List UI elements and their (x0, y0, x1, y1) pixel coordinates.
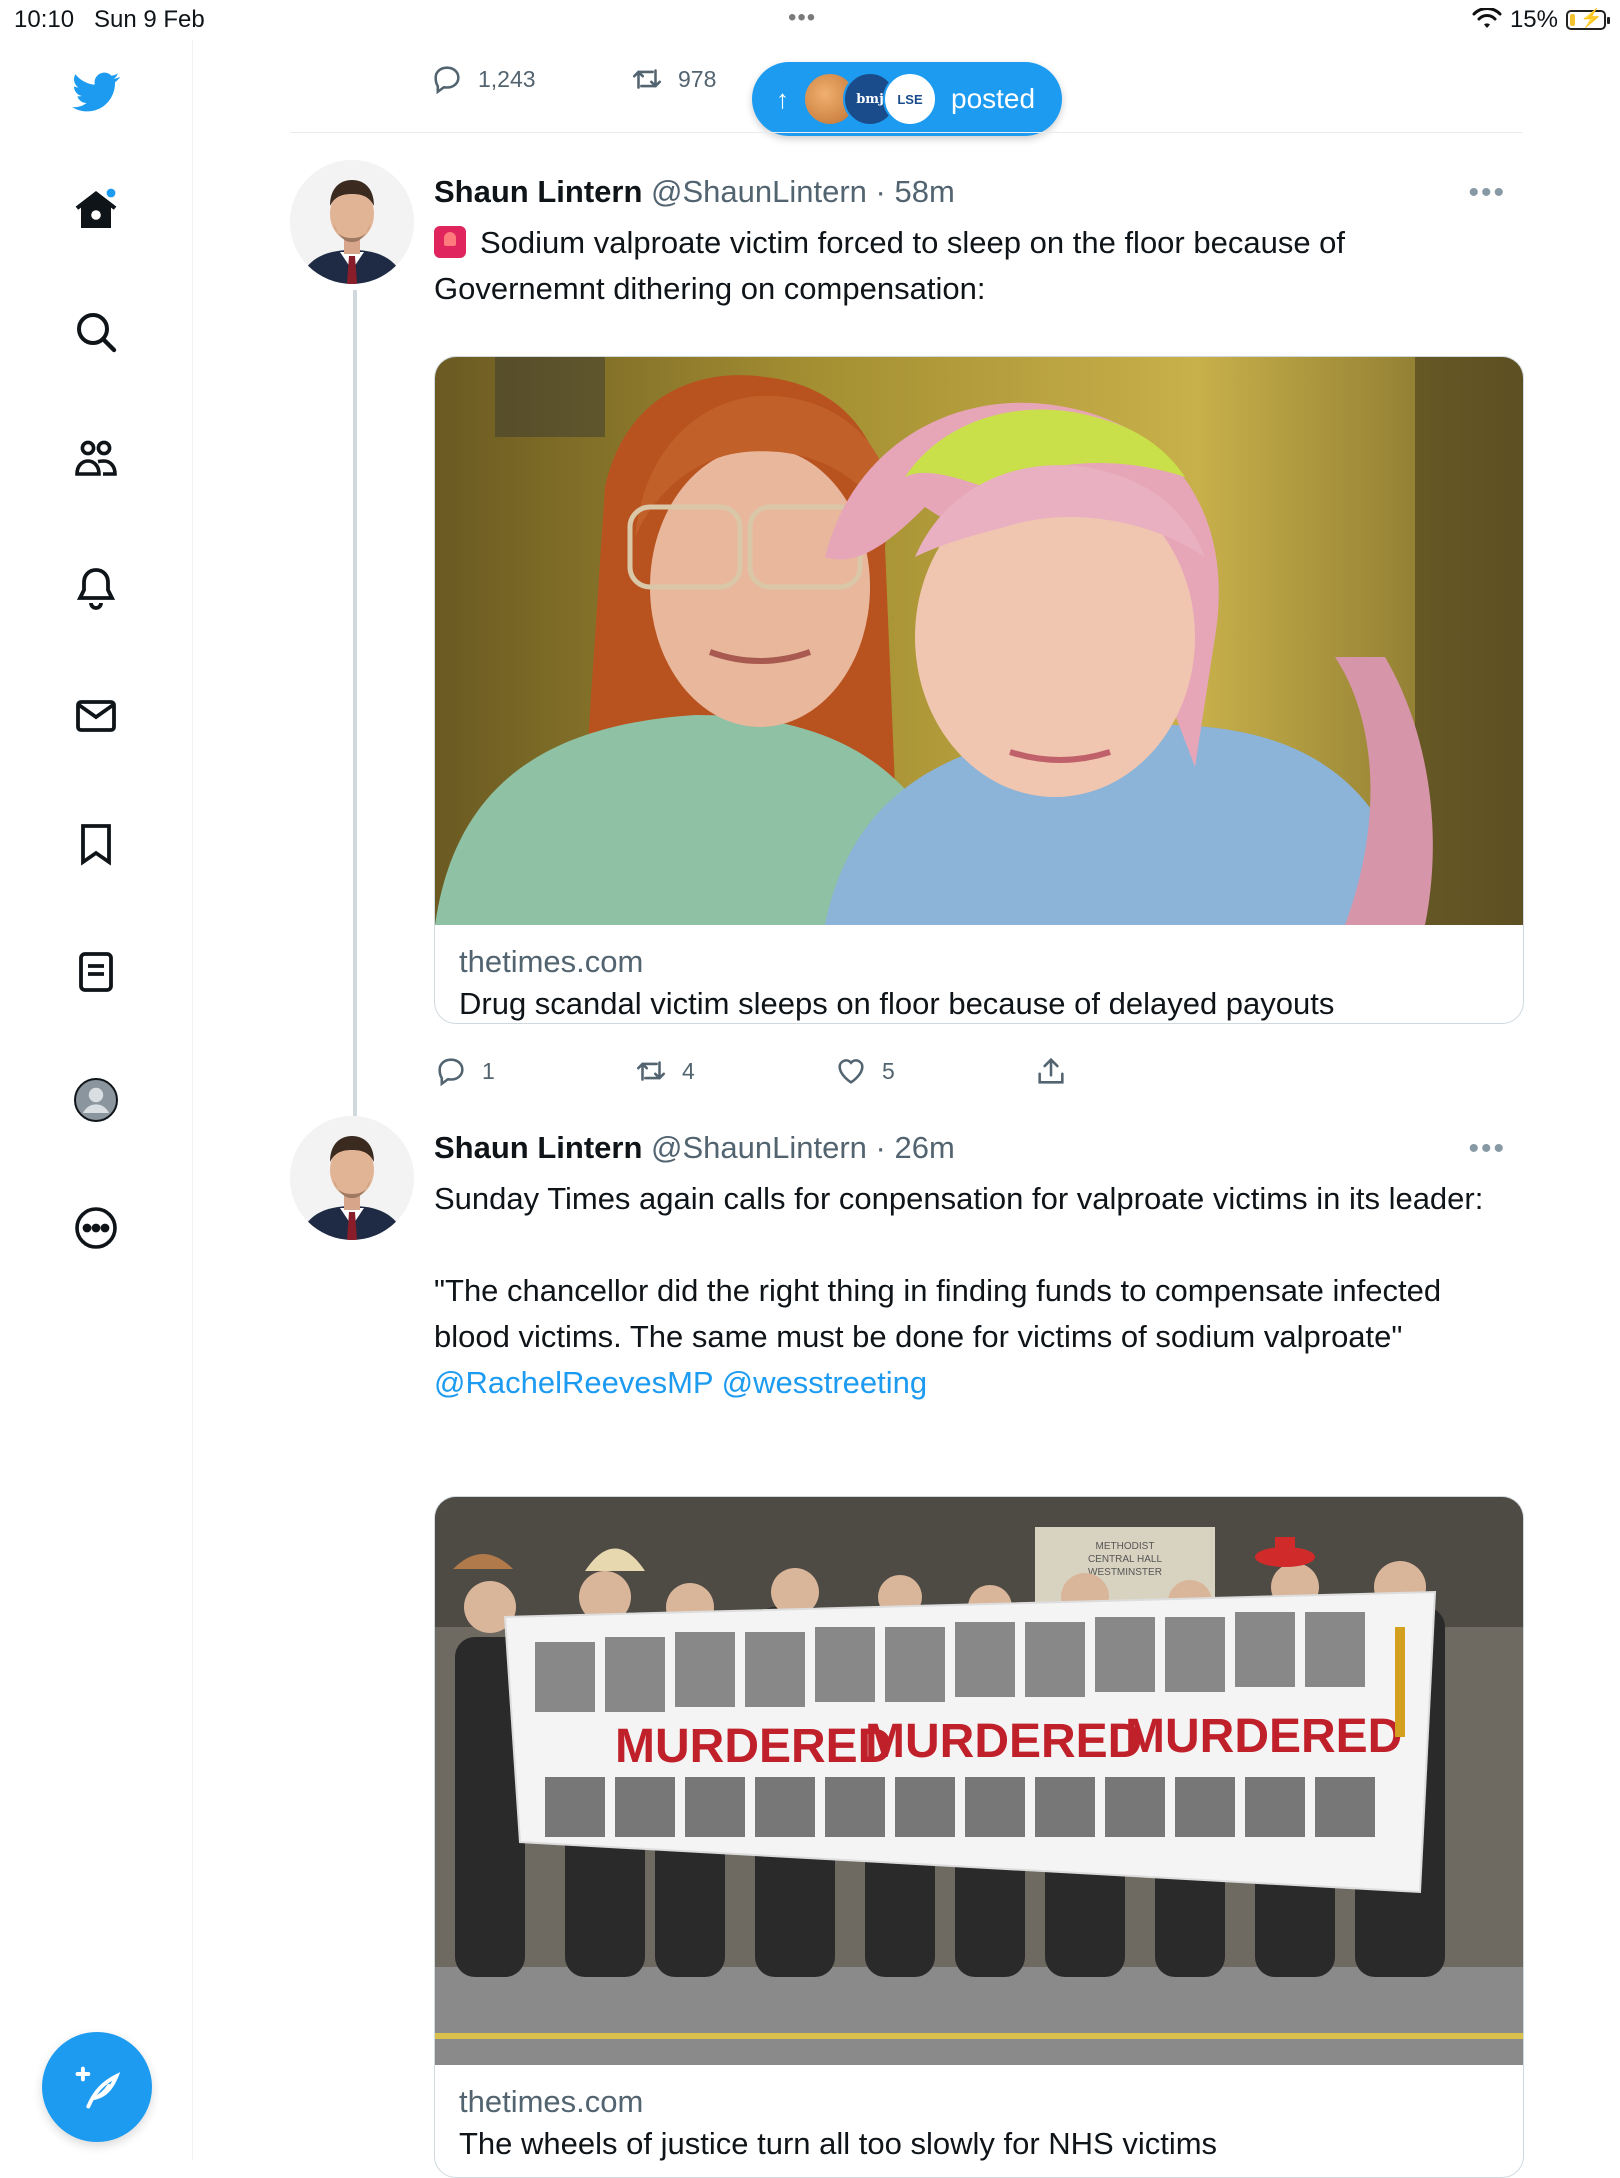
like-count: 5 (882, 1057, 895, 1084)
retweet-count: 4 (682, 1057, 695, 1084)
heart-icon (838, 1059, 864, 1084)
status-date: Sun 9 Feb (94, 6, 205, 33)
separator: · (875, 1130, 886, 1165)
tweet-header: Shaun Lintern @ShaunLintern · 58m (434, 174, 955, 210)
tweet-actions: 1 4 5 (434, 1054, 1234, 1088)
tweet-quote: "The chancellor did the right thing in f… (434, 1273, 1442, 1354)
messages-mail-icon[interactable] (62, 682, 130, 750)
arrow-up-icon: ↑ (776, 83, 789, 114)
profile-icon[interactable] (62, 1066, 130, 1134)
more-options-icon[interactable] (62, 1194, 130, 1262)
retweet-button[interactable]: 4 (634, 1054, 834, 1088)
reply-count: 1 (482, 1057, 495, 1084)
like-button[interactable]: 5 (834, 1054, 1034, 1088)
link-card[interactable]: thetimes.com Drug scandal victim sleeps … (434, 356, 1524, 1024)
tweet-quote-paragraph: "The chancellor did the right thing in f… (434, 1268, 1514, 1406)
status-bar: 10:10 Sun 9 Feb ••• 15% ⚡ (0, 0, 1620, 40)
wifi-icon (1472, 8, 1502, 28)
display-name[interactable]: Shaun Lintern (434, 174, 642, 209)
tweet[interactable]: Shaun Lintern @ShaunLintern · 58m ••• So… (290, 160, 1524, 1150)
tweet-text-line: Sunday Times again calls for conpensatio… (434, 1181, 1484, 1216)
siren-emoji-icon (434, 226, 466, 258)
mention-link[interactable]: @wesstreeting (722, 1365, 928, 1400)
multitasking-dots-icon[interactable]: ••• (788, 4, 816, 32)
tweet-text: Sodium valproate victim forced to sleep … (434, 220, 1514, 312)
share-button[interactable] (1034, 1054, 1234, 1088)
tweet-text-content: Sodium valproate victim forced to sleep … (434, 225, 1346, 306)
communities-icon[interactable] (62, 426, 130, 494)
card-meta: thetimes.com Drug scandal victim sleeps … (435, 925, 1523, 1023)
handle[interactable]: @ShaunLintern (651, 1130, 867, 1165)
status-time: 10:10 (14, 6, 75, 33)
retweet-icon (636, 1061, 666, 1081)
timestamp[interactable]: 26m (895, 1130, 955, 1165)
search-icon[interactable] (62, 298, 130, 366)
pill-avatars: bmj LSE (803, 72, 937, 126)
retweet-icon (632, 69, 662, 89)
article-photo: METHODIST CENTRAL HALL WESTMINSTER MURDE… (435, 1497, 1523, 2065)
lists-icon[interactable] (62, 938, 130, 1006)
venue-sign-text: METHODIST CENTRAL HALL WESTMINSTER (1088, 1541, 1163, 1578)
card-title: The wheels of justice turn all too slowl… (459, 2126, 1218, 2161)
retweet-count: 978 (678, 65, 717, 92)
share-icon (1038, 1057, 1064, 1084)
battery-icon: ⚡ (1566, 8, 1610, 30)
battery-percent: 15% (1509, 6, 1558, 33)
posted-label: posted (951, 83, 1036, 114)
reply-icon (438, 1058, 464, 1087)
avatar[interactable] (290, 160, 414, 284)
separator: · (875, 174, 886, 209)
mention-link[interactable]: @RachelReevesMP (434, 1365, 713, 1400)
reply-count: 1,243 (478, 65, 536, 92)
article-photo (435, 357, 1523, 925)
sidebar (0, 40, 193, 2160)
handle[interactable]: @ShaunLintern (651, 174, 867, 209)
banner-text: MURDERED (615, 1720, 892, 1773)
timeline: 1,243 978 ↑ bmj LSE posted Shaun Lintern… (290, 40, 1524, 2178)
divider (290, 132, 1522, 133)
reply-button[interactable]: 1,243 (430, 62, 630, 96)
tweet-text: Sunday Times again calls for conpensatio… (434, 1176, 1514, 1406)
timestamp[interactable]: 58m (895, 174, 955, 209)
card-domain: thetimes.com (459, 944, 644, 979)
avatar: LSE (883, 72, 937, 126)
new-posts-pill[interactable]: ↑ bmj LSE posted (752, 62, 1062, 136)
card-meta: thetimes.com The wheels of justice turn … (435, 2065, 1523, 2165)
more-menu-icon[interactable]: ••• (1468, 1132, 1506, 1166)
banner-text: MURDERED (865, 1715, 1142, 1768)
notifications-bell-icon[interactable] (62, 554, 130, 622)
card-domain: thetimes.com (459, 2084, 644, 2119)
twitter-bird-icon[interactable] (62, 58, 130, 126)
card-title: Drug scandal victim sleeps on floor beca… (459, 986, 1335, 1021)
home-icon[interactable] (62, 176, 130, 244)
tweet[interactable]: Shaun Lintern @ShaunLintern · 26m ••• Su… (290, 1116, 1524, 2178)
tweet-header: Shaun Lintern @ShaunLintern · 26m (434, 1130, 955, 1166)
bookmark-icon[interactable] (62, 810, 130, 878)
status-indicators: 15% ⚡ (1472, 6, 1610, 34)
battery-level (1570, 14, 1575, 26)
more-menu-icon[interactable]: ••• (1468, 176, 1506, 210)
charging-bolt-icon: ⚡ (1580, 8, 1603, 28)
compose-feather-icon[interactable] (42, 2032, 152, 2142)
display-name[interactable]: Shaun Lintern (434, 1130, 642, 1165)
link-card[interactable]: METHODIST CENTRAL HALL WESTMINSTER MURDE… (434, 1496, 1524, 2178)
reply-icon (434, 66, 460, 95)
banner-text: MURDERED (1125, 1710, 1402, 1763)
avatar[interactable] (290, 1116, 414, 1240)
reply-button[interactable]: 1 (434, 1054, 634, 1088)
